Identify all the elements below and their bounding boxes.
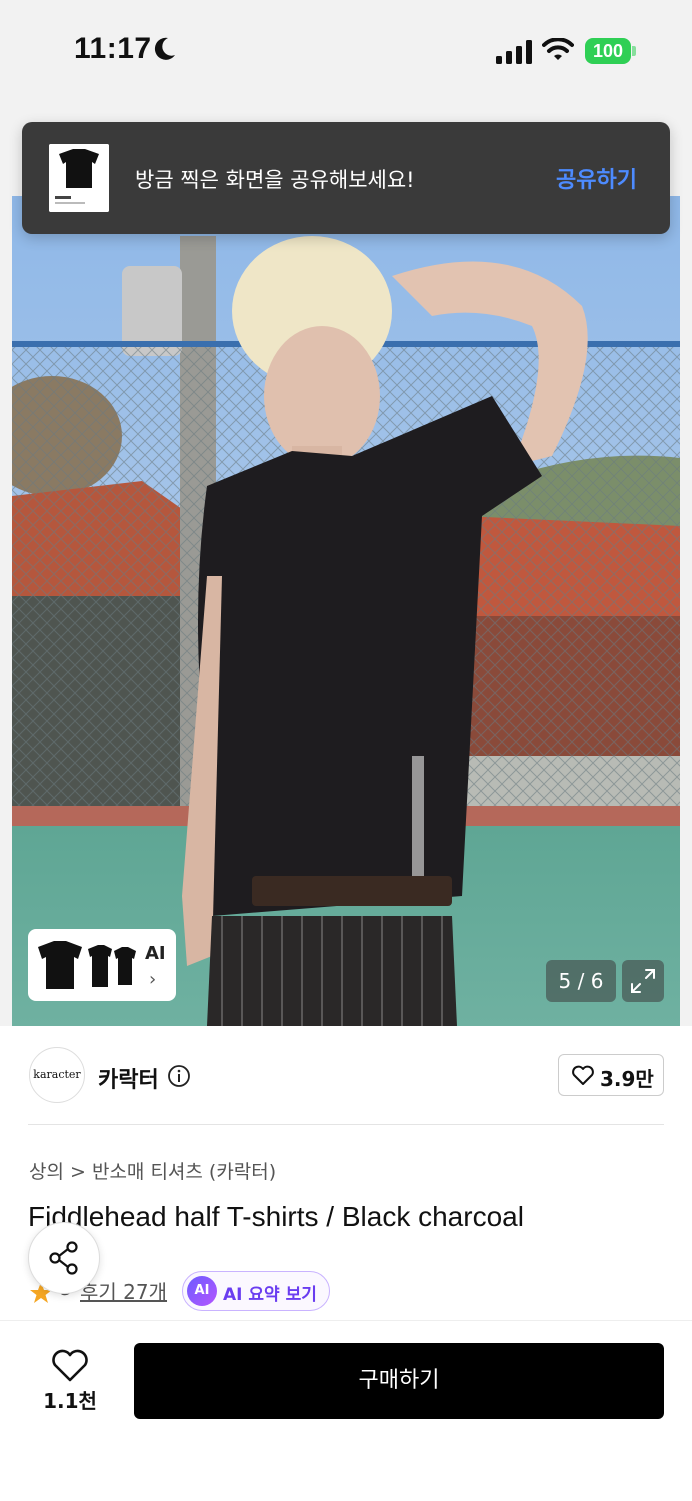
status-time: 11:17 xyxy=(74,32,152,65)
screenshot-thumbnail xyxy=(49,144,109,212)
brand-like-button[interactable]: 3.9만 xyxy=(558,1054,664,1096)
expand-button[interactable] xyxy=(622,960,664,1002)
expand-icon xyxy=(631,969,655,993)
divider xyxy=(28,1124,664,1125)
heart-icon xyxy=(572,1065,594,1085)
product-photo[interactable]: AI › 5 / 6 xyxy=(12,196,680,1026)
ai-similar-items-button[interactable]: AI › xyxy=(28,929,176,1001)
bottom-action-bar: 1.1천 구매하기 xyxy=(0,1320,692,1501)
wishlist-count: 1.1천 xyxy=(43,1389,97,1413)
heart-icon[interactable] xyxy=(50,1347,90,1383)
signal-icon xyxy=(496,40,532,64)
battery-cap xyxy=(632,46,636,56)
product-info: karacter 카락터 3.9만 상의 > 반소매 티셔츠 (카락터) Fid… xyxy=(0,1026,692,1320)
toast-message: 방금 찍은 화면을 공유해보세요! xyxy=(135,168,415,192)
shirt-thumbnails-icon xyxy=(38,941,136,989)
battery-icon: 100 xyxy=(585,38,631,64)
info-icon[interactable] xyxy=(167,1064,191,1088)
product-photo-image xyxy=(12,196,680,1026)
review-link[interactable]: 후기 27개 xyxy=(80,1276,167,1305)
brand-name[interactable]: 카락터 xyxy=(98,1062,159,1094)
share-now-button[interactable]: 공유하기 xyxy=(556,162,637,194)
screenshot-thumbnail-image xyxy=(49,144,109,212)
share-toast: 방금 찍은 화면을 공유해보세요! 공유하기 xyxy=(22,122,670,234)
ai-summary-button[interactable]: AI AI 요약 보기 xyxy=(182,1271,330,1311)
chevron-right-icon: › xyxy=(149,969,157,990)
moon-icon xyxy=(154,37,175,60)
ai-summary-label: AI 요약 보기 xyxy=(223,1285,317,1305)
buy-button[interactable]: 구매하기 xyxy=(134,1343,664,1419)
brand-logo[interactable]: karacter xyxy=(29,1047,85,1103)
status-bar: 11:17 100 xyxy=(0,0,692,100)
brand-like-count: 3.9만 xyxy=(600,1067,654,1091)
photo-page-counter: 5 / 6 xyxy=(546,960,616,1002)
wifi-icon xyxy=(542,38,574,60)
share-icon xyxy=(49,1241,78,1275)
ai-badge-icon: AI xyxy=(187,1276,217,1306)
ai-thumb-label: AI xyxy=(145,943,166,964)
share-button[interactable] xyxy=(28,1222,100,1294)
breadcrumb[interactable]: 상의 > 반소매 티셔츠 (카락터) xyxy=(29,1157,276,1184)
product-title: Fiddlehead half T-shirts / Black charcoa… xyxy=(28,1201,524,1232)
